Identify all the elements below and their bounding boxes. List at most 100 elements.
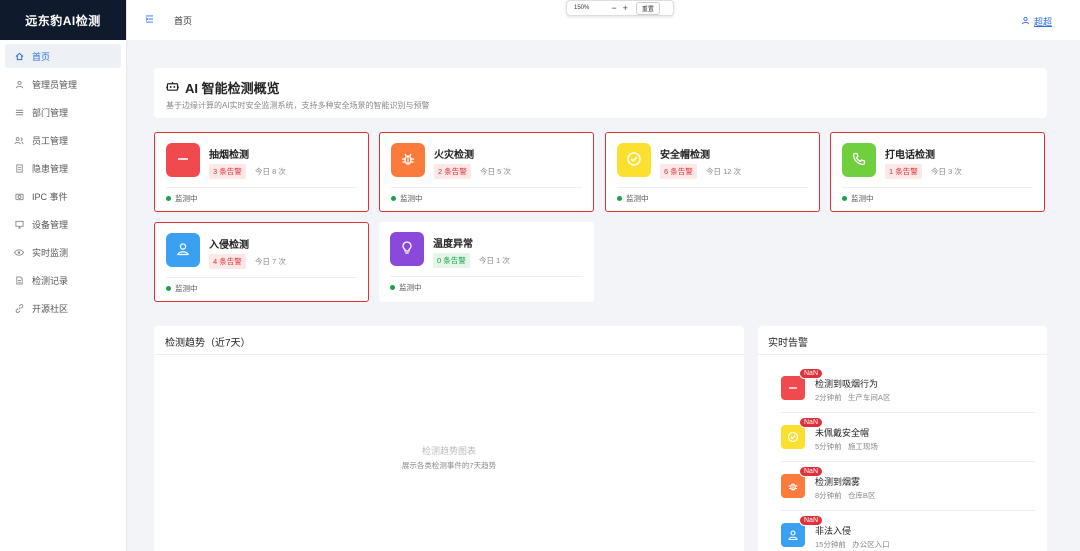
camera-icon [13,192,25,201]
detection-card-helmet[interactable]: 安全帽检测 6 条告警 今日 12 次 监测中 [605,132,820,212]
user-name[interactable]: 超超 [1034,15,1052,28]
status-dot [391,196,396,201]
sidebar-item-realtime[interactable]: 实时监测 [5,240,121,264]
item-divider [781,461,1035,462]
alert-count-badge: 6 条告警 [660,164,697,179]
sidebar-item-label: 设备管理 [32,219,69,230]
today-count: 今日 5 次 [480,167,511,176]
today-count: 今日 1 次 [479,256,510,265]
card-icon-bg [166,143,200,177]
sidebar-item-devices[interactable]: 设备管理 [5,212,121,236]
status-dot [166,286,171,291]
status-dot [390,285,395,290]
alert-item[interactable]: NaN 检测到吸烟行为 2分钟前 生产车间A区 [781,368,1035,414]
detection-card-smoking[interactable]: 抽烟检测 3 条告警 今日 8 次 监测中 [154,132,369,212]
item-divider [781,412,1035,413]
status-text: 监测中 [400,194,423,203]
trend-panel: 检测趋势（近7天） 检测趋势图表 展示各类检测事件的7天趋势 [154,326,744,551]
overview-title-text: AI 智能检测概览 [185,81,280,96]
card-divider [166,187,357,188]
alert-time: 2分钟前 [815,393,842,402]
sidebar-item-label: 员工管理 [32,135,69,146]
phone-icon [851,151,867,169]
card-divider [842,187,1033,188]
sidebar-nav: 首页 管理员管理 部门管理 员工管理 隐患管理 IPC 事件 设备管理 实时监测… [0,40,126,320]
zoom-popup: 150% − + 重置 [566,0,674,16]
overview-subtitle: 基于边缘计算的AI实时安全监测系统，支持多种安全场景的智能识别与预警 [166,101,430,110]
sidebar-item-label: 首页 [32,51,51,62]
alert-title: 检测到烟雾 [815,477,861,487]
detection-card-temperature[interactable]: 温度异常 0 条告警 今日 1 次 监测中 [379,222,594,302]
card-divider [390,276,583,277]
card-icon-bg [166,233,200,267]
detection-card-phone[interactable]: 打电话检测 1 条告警 今日 3 次 监测中 [830,132,1045,212]
person-icon [175,241,191,259]
card-title: 抽烟检测 [209,150,249,161]
sidebar-item-department[interactable]: 部门管理 [5,100,121,124]
monitor-status: 监测中 [166,283,198,294]
status-text: 监测中 [851,194,874,203]
detection-card-intrusion[interactable]: 入侵检测 4 条告警 今日 7 次 监测中 [154,222,369,302]
sidebar-item-label: 管理员管理 [32,79,78,90]
sidebar: 远东豹AI检测 首页 管理员管理 部门管理 员工管理 隐患管理 IPC 事件 设… [0,0,127,551]
zoom-out-button[interactable]: − [611,3,616,13]
sidebar-item-admin[interactable]: 管理员管理 [5,72,121,96]
alert-item[interactable]: NaN 未佩戴安全帽 5分钟前 施工现场 [781,417,1035,463]
link-icon [13,303,25,313]
card-divider [617,187,808,188]
zoom-in-button[interactable]: + [623,3,628,13]
alert-time: 5分钟前 [815,442,842,451]
sidebar-item-home[interactable]: 首页 [5,44,121,68]
alert-time: 8分钟前 [815,491,842,500]
status-text: 监测中 [626,194,649,203]
alert-item[interactable]: NaN 非法入侵 15分钟前 办公区入口 [781,515,1035,551]
sidebar-item-community[interactable]: 开源社区 [5,296,121,320]
menu-toggle-icon[interactable] [145,14,154,26]
zoom-reset-button[interactable]: 重置 [635,1,660,15]
brand-logo[interactable]: 远东豹AI检测 [0,0,126,40]
card-icon-bg [617,143,651,177]
status-dot [166,196,171,201]
check-circle-icon [626,151,642,169]
card-title: 火灾检测 [434,150,474,161]
robot-icon [165,80,180,95]
card-title: 打电话检测 [885,150,935,161]
sidebar-item-label: 实时监测 [32,247,69,258]
sidebar-item-hazard[interactable]: 隐患管理 [5,156,121,180]
card-divider [391,187,582,188]
person-icon [781,523,805,547]
card-divider [166,277,357,278]
eye-icon [13,248,25,257]
alert-count-badge: 0 条告警 [433,253,470,268]
today-count: 今日 3 次 [931,167,962,176]
card-icon-bg [842,143,876,177]
today-count: 今日 7 次 [255,257,286,266]
list-icon [13,108,25,117]
check-circle-icon [781,425,805,449]
today-count: 今日 12 次 [706,167,742,176]
alert-item[interactable]: NaN 检测到烟雾 8分钟前 仓库B区 [781,466,1035,512]
user-menu[interactable]: 超超 [1021,15,1052,28]
status-dot [842,196,847,201]
alert-meta: 5分钟前 施工现场 [815,441,878,452]
sidebar-item-ipc-events[interactable]: IPC 事件 [5,184,121,208]
no-smoking-icon [781,376,805,400]
monitor-status: 监测中 [166,193,198,204]
alert-time: 15分钟前 [815,540,846,549]
sidebar-item-label: 检测记录 [32,275,69,286]
document-icon [13,163,25,173]
monitor-status: 监测中 [390,282,422,293]
alert-count-badge: 4 条告警 [209,254,246,269]
detection-card-fire[interactable]: 火灾检测 2 条告警 今日 5 次 监测中 [379,132,594,212]
trend-description: 展示各类检测事件的7天趋势 [401,461,497,470]
monitor-icon [13,220,25,229]
status-text: 监测中 [175,284,198,293]
trend-chart-placeholder: 检测趋势图表 [421,446,476,456]
card-icon-bg [390,232,424,266]
overview-title: AI 智能检测概览 [165,78,1035,97]
panel-divider [154,354,744,355]
card-icon-bg [391,143,425,177]
trend-title: 检测趋势（近7天） [165,338,251,349]
sidebar-item-employee[interactable]: 员工管理 [5,128,121,152]
sidebar-item-records[interactable]: 检测记录 [5,268,121,292]
